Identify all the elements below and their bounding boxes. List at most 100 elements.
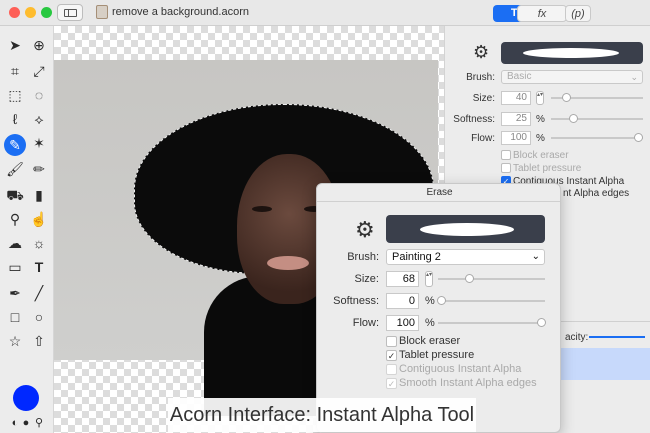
circle-icon[interactable]: ○ <box>30 308 48 326</box>
acorn-window: remove a background.acorn T↕ fx (p) ➤ ⊕ … <box>0 0 650 433</box>
block-eraser-checkbox[interactable] <box>501 150 511 160</box>
size-slider-knob[interactable] <box>562 93 571 102</box>
erase-block-eraser-label: Block eraser <box>399 335 461 347</box>
magic-wand-icon[interactable]: ✶ <box>30 134 48 152</box>
erase-tablet-pressure-checkbox[interactable]: ✓ <box>386 350 397 361</box>
cloud-icon[interactable]: ☁ <box>6 234 24 252</box>
tools-palette: ➤ ⊕ ⌗ ⤢ ⬚ ◌ ℓ ⟡ ✎ ✶ 🖌 ✏ ⛟ ▮ ⚲ ☝ ☁ ☼ ▭ T … <box>0 26 54 433</box>
erase-brush-preview[interactable] <box>386 215 545 243</box>
foreground-color-well[interactable] <box>13 385 39 411</box>
softness-slider-track[interactable] <box>551 118 643 120</box>
tablet-pressure-checkbox[interactable] <box>501 163 511 173</box>
erase-size-slider-track[interactable] <box>438 278 545 280</box>
erase-size-stepper[interactable]: ▴▾ <box>425 271 433 287</box>
crop-icon[interactable]: ⌗ <box>6 62 24 80</box>
pen-icon[interactable]: ✒ <box>6 284 24 302</box>
size-field[interactable]: 40 <box>501 91 531 105</box>
erase-softness-label: Softness: <box>333 295 379 307</box>
erase-contiguous-checkbox[interactable] <box>386 364 397 375</box>
transform-icon[interactable]: ⤢ <box>30 62 48 80</box>
arrow-icon[interactable]: ➤ <box>6 36 24 54</box>
flow-slider-track[interactable] <box>551 137 643 139</box>
eyedropper-icon[interactable]: ⚲ <box>30 414 48 432</box>
brush-icon[interactable]: 🖌 <box>6 160 24 178</box>
star-icon[interactable]: ☆ <box>6 332 24 350</box>
smudge-icon[interactable]: ☝ <box>30 210 48 228</box>
erase-flow-unit: % <box>425 317 435 329</box>
layers-divider <box>561 321 650 322</box>
brush-select[interactable]: Basic ⌄ <box>501 70 643 84</box>
erase-smooth-checkbox[interactable]: ✓ <box>386 378 397 389</box>
eraser-icon[interactable]: ▮ <box>30 186 48 204</box>
erase-brush-select-value: Painting 2 <box>392 251 441 263</box>
gradient-icon[interactable]: ▭ <box>6 258 24 276</box>
instant-alpha-icon[interactable]: ✎ <box>4 134 26 156</box>
erase-size-field[interactable]: 68 <box>386 271 419 287</box>
brush-stroke-shape <box>420 223 514 236</box>
erase-tablet-pressure-label: Tablet pressure <box>399 349 475 361</box>
brush-label: Brush: <box>466 72 495 83</box>
sun-icon[interactable]: ☼ <box>30 234 48 252</box>
softness-slider-knob[interactable] <box>569 114 578 123</box>
line-icon[interactable]: ╱ <box>30 284 48 302</box>
erase-panel: Erase ⚙ Brush: Painting 2 ⌄ Size: 68 ▴▾ S… <box>316 183 561 433</box>
tablet-pressure-label: Tablet pressure <box>513 163 582 174</box>
selected-layer-row[interactable] <box>561 348 650 380</box>
erase-softness-unit: % <box>425 295 435 307</box>
size-label: Size: <box>472 93 495 104</box>
flow-slider-knob[interactable] <box>634 133 643 142</box>
opacity-label-partial: acity: <box>565 332 589 343</box>
size-stepper[interactable]: ▴▾ <box>536 91 544 105</box>
brush-preview[interactable] <box>501 42 643 64</box>
erase-flow-slider-track[interactable] <box>438 322 545 324</box>
caption-banner: Acorn Interface: Instant Alpha Tool <box>168 398 476 432</box>
erase-contiguous-label: Contiguous Instant Alpha <box>399 363 522 375</box>
text-icon[interactable]: T <box>30 258 48 276</box>
erase-softness-field[interactable]: 0 <box>386 293 419 309</box>
pencil-icon[interactable]: ✏ <box>30 160 48 178</box>
flow-unit: % <box>536 133 545 144</box>
erase-panel-title: Erase <box>426 187 453 198</box>
poly-lasso-icon[interactable]: ⟡ <box>30 110 48 128</box>
erase-size-label: Size: <box>354 273 379 285</box>
minimize-window-button[interactable] <box>25 7 36 18</box>
erase-size-slider-knob[interactable] <box>465 274 474 283</box>
erase-softness-slider-knob[interactable] <box>437 296 446 305</box>
rect-icon[interactable]: □ <box>6 308 24 326</box>
chevron-down-icon: ⌄ <box>630 72 638 82</box>
erase-flow-slider-knob[interactable] <box>537 318 546 327</box>
opacity-slider[interactable] <box>589 336 645 338</box>
close-window-button[interactable] <box>9 7 20 18</box>
smooth-edges-label-partial: nt Alpha edges <box>563 188 630 199</box>
filters-tab[interactable]: fx <box>517 5 567 22</box>
zoom-window-button[interactable] <box>41 7 52 18</box>
erase-flow-label: Flow: <box>352 317 379 329</box>
lasso-icon[interactable]: ℓ <box>6 110 24 128</box>
erase-softness-slider-track[interactable] <box>438 300 545 302</box>
title-bar: remove a background.acorn T↕ fx (p) <box>0 0 650 26</box>
flow-field[interactable]: 100 <box>501 131 531 145</box>
chevron-down-icon: ⌄ <box>531 251 540 262</box>
properties-tab[interactable]: (p) <box>565 5 591 22</box>
flow-label: Flow: <box>471 133 495 144</box>
document-icon <box>96 5 108 19</box>
lips <box>267 256 309 270</box>
brush-select-value: Basic <box>507 71 532 82</box>
marquee-icon[interactable]: ⬚ <box>6 86 24 104</box>
zoom-icon[interactable]: ⊕ <box>30 36 48 54</box>
block-eraser-label: Block eraser <box>513 150 569 161</box>
gear-icon[interactable]: ⚙ <box>355 217 375 243</box>
erase-block-eraser-checkbox[interactable] <box>386 336 397 347</box>
erase-brush-select[interactable]: Painting 2 ⌄ <box>386 249 545 265</box>
brush-stroke-shape <box>523 48 619 58</box>
paint-bucket-icon[interactable]: ⛟ <box>6 186 24 204</box>
ellipse-marquee-icon[interactable]: ◌ <box>30 86 48 104</box>
arrow-shape-icon[interactable]: ⇧ <box>30 332 48 350</box>
erase-smooth-label: Smooth Instant Alpha edges <box>399 377 537 389</box>
gear-icon[interactable]: ⚙ <box>473 42 489 63</box>
clone-icon[interactable]: ⚲ <box>6 210 24 228</box>
window-title: remove a background.acorn <box>112 6 249 18</box>
erase-flow-field[interactable]: 100 <box>386 315 419 331</box>
sidebar-toggle-button[interactable] <box>57 4 83 21</box>
softness-field[interactable]: 25 <box>501 112 531 126</box>
